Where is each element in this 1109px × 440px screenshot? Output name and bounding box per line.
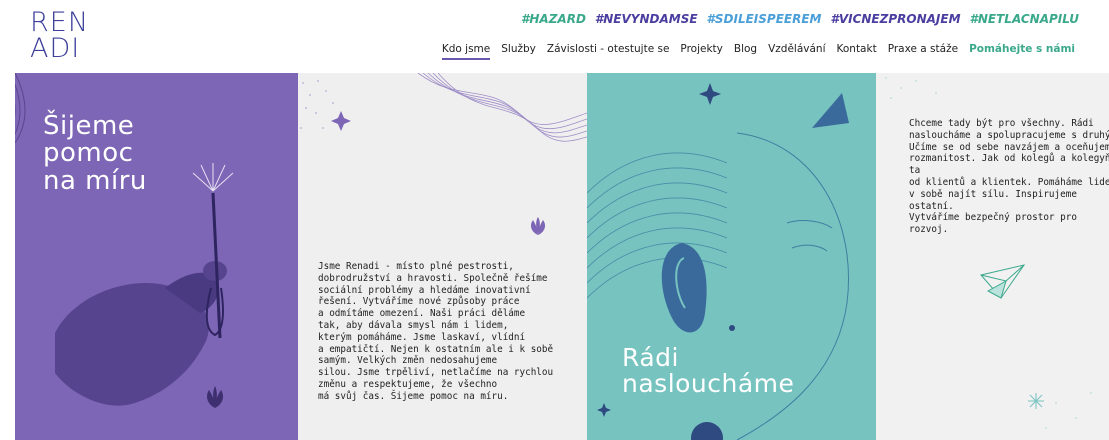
renadi-logo[interactable]: REN ADI: [30, 7, 90, 64]
hashtag-nevyndamse[interactable]: #NEVYNDAMSE: [595, 12, 698, 26]
panel-sijeme-pomoc: Šijeme pomoc na míru: [15, 73, 298, 440]
nav-kontakt[interactable]: Kontakt: [837, 43, 877, 60]
hashtag-netlacnapilu[interactable]: #NETLACNAPILU: [970, 12, 1079, 26]
headline-sijeme-pomoc: Šijeme pomoc na míru: [43, 111, 147, 196]
headline-radi-naslouchame: Rádi nasloucháme: [622, 343, 795, 399]
hashtag-bar: #HAZARD #NEVYNDAMSE #SDILEISPEEREM #VICN…: [521, 12, 1079, 26]
hashtag-hazard[interactable]: #HAZARD: [521, 12, 586, 26]
nav-pomahejte-button[interactable]: Pomáhejte s námi: [969, 43, 1075, 60]
for-everyone-paragraph: Chceme tady být pro všechny. Rádi naslou…: [909, 118, 1109, 236]
hashtag-vicnezpronajem[interactable]: #VICNEZPRONAJEM: [830, 12, 960, 26]
nav-blog[interactable]: Blog: [734, 43, 757, 60]
logo-line-1: REN: [30, 7, 90, 38]
nav-zavislosti[interactable]: Závislosti - otestujte se: [547, 43, 670, 60]
panel-about-text: Jsme Renadi - místo plné pestrosti, dobr…: [298, 73, 587, 440]
nav-kdo-jsme[interactable]: Kdo jsme: [441, 43, 491, 60]
nav-sluzby[interactable]: Služby: [501, 43, 536, 60]
about-paragraph: Jsme Renadi - místo plné pestrosti, dobr…: [318, 261, 554, 402]
hashtag-sdileispeerem[interactable]: #SDILEISPEEREM: [707, 12, 822, 26]
main-nav: Kdo jsme Služby Závislosti - otestujte s…: [441, 43, 1075, 60]
nav-projekty[interactable]: Projekty: [680, 43, 722, 60]
nav-praxe-a-staze[interactable]: Praxe a stáže: [888, 43, 958, 60]
panel-for-everyone: Chceme tady být pro všechny. Rádi naslou…: [876, 73, 1109, 440]
nav-vzdelavani[interactable]: Vzdělávání: [768, 43, 825, 60]
logo-line-2: ADI: [30, 32, 81, 64]
panel-nasloucháme: Rádi nasloucháme: [587, 73, 876, 440]
